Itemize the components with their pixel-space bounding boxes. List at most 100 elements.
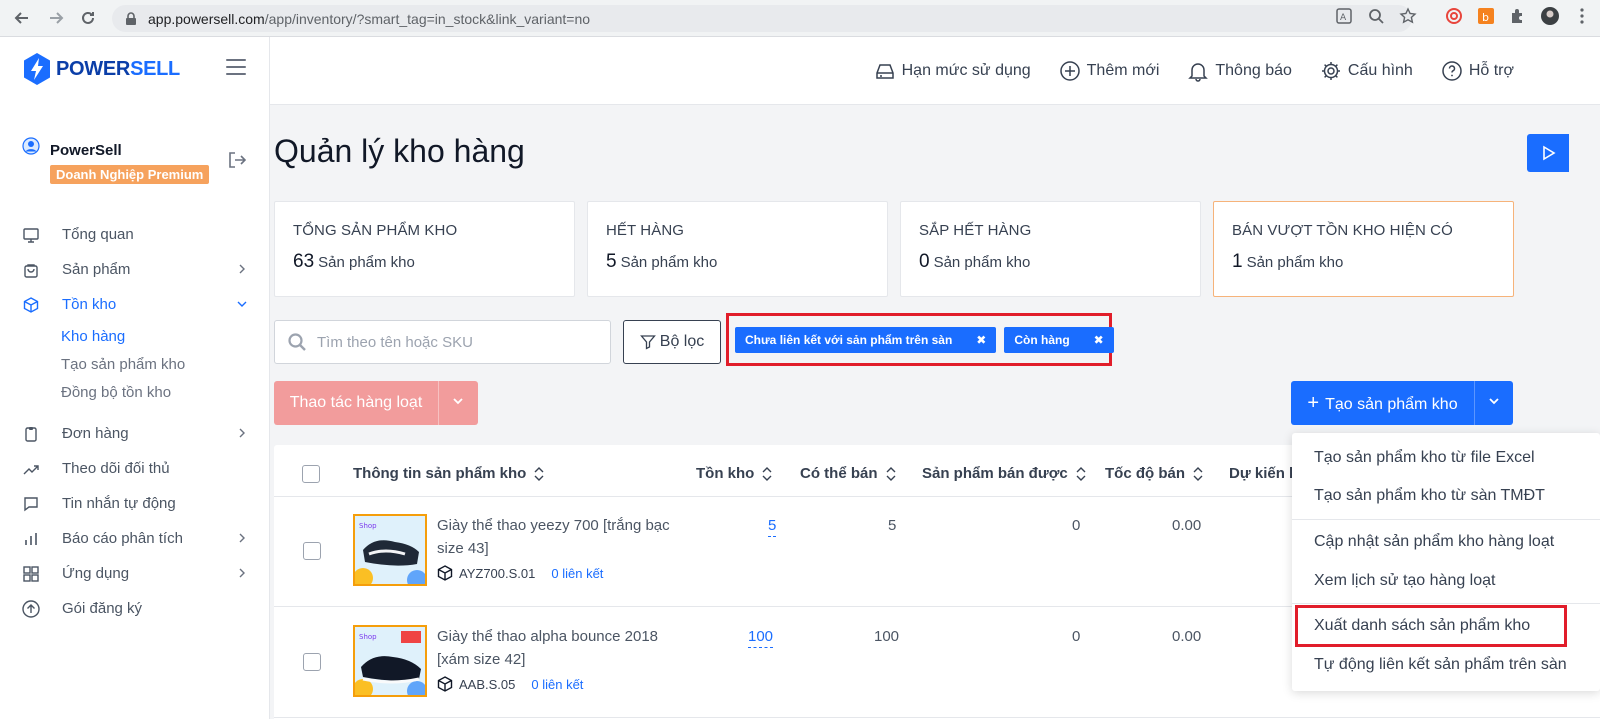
browser-toolbar: app.powersell.com/app/inventory/?smart_t… xyxy=(0,0,1600,37)
column-sell-speed[interactable]: Tốc độ bán xyxy=(1105,465,1203,482)
column-forecast[interactable]: Dự kiến h xyxy=(1229,465,1298,482)
sidebar-item-label: Đơn hàng xyxy=(62,425,129,442)
profile-avatar-icon[interactable] xyxy=(1540,6,1560,26)
available-value: 5 xyxy=(888,517,897,534)
brand-logo[interactable]: POWERSELL xyxy=(22,52,180,86)
stat-oversold[interactable]: BÁN VƯỢT TỒN KHO HIỆN CÓ 1 Sản phẩm kho xyxy=(1213,201,1514,297)
monitor-icon xyxy=(22,226,40,244)
chevron-down-icon xyxy=(237,301,247,307)
url-path: /app/inventory/?smart_tag=in_stock&link_… xyxy=(264,10,591,27)
plus-circle-icon xyxy=(1059,61,1080,81)
product-image: Shop xyxy=(353,625,427,697)
support-button[interactable]: Hỗ trợ xyxy=(1441,60,1514,82)
back-icon[interactable] xyxy=(6,2,38,34)
search-input[interactable] xyxy=(317,333,597,351)
column-sold[interactable]: Sản phẩm bán được xyxy=(922,465,1086,482)
menu-item-export-list[interactable]: Xuất danh sách sản phẩm kho xyxy=(1314,617,1530,635)
menu-item-bulk-update[interactable]: Cập nhật sản phẩm kho hàng loạt xyxy=(1314,533,1554,551)
upload-circle-icon xyxy=(22,599,40,618)
hamburger-menu-icon[interactable] xyxy=(226,59,246,75)
sidebar-item-products[interactable]: Sản phẩm xyxy=(0,252,269,287)
link-count[interactable]: 0 liên kết xyxy=(551,566,603,581)
bar-chart-icon xyxy=(22,530,40,548)
close-icon[interactable]: ✖ xyxy=(976,333,986,347)
sidebar-item-competitors[interactable]: Theo dõi đối thủ xyxy=(0,451,269,486)
zoom-icon[interactable] xyxy=(1366,6,1386,26)
more-menu-icon[interactable] xyxy=(1572,6,1592,26)
extension-red-icon[interactable] xyxy=(1444,6,1464,26)
menu-item-auto-link[interactable]: Tự động liên kết sản phẩm trên sàn xyxy=(1314,656,1567,674)
stat-low-stock[interactable]: SẮP HẾT HÀNG 0 Sản phẩm kho xyxy=(900,201,1201,297)
logout-icon[interactable] xyxy=(228,151,246,169)
product-sku: AYZ700.S.01 xyxy=(459,565,536,581)
speed-value: 0.00 xyxy=(1172,517,1202,534)
search-icon xyxy=(288,333,306,351)
lock-icon xyxy=(126,11,136,25)
translate-icon[interactable]: A xyxy=(1334,6,1354,26)
row-checkbox[interactable] xyxy=(303,542,321,560)
submenu-create-product[interactable]: Tạo sản phẩm kho xyxy=(61,350,269,378)
sidebar-item-label: Báo cáo phân tích xyxy=(62,530,183,547)
reload-icon[interactable] xyxy=(72,2,104,34)
svg-text:A: A xyxy=(1340,13,1347,23)
sort-icon xyxy=(534,466,544,481)
menu-divider xyxy=(1292,603,1600,604)
available-value: 100 xyxy=(874,628,900,645)
sidebar-item-subscription[interactable]: Gói đăng ký xyxy=(0,591,269,626)
hard-drive-icon xyxy=(875,64,894,79)
product-name[interactable]: Giày thể thao alpha bounce 2018 [xám siz… xyxy=(437,625,687,671)
grid-icon xyxy=(22,565,40,583)
column-product-info[interactable]: Thông tin sản phẩm kho xyxy=(353,465,544,482)
extension-orange-icon[interactable]: b xyxy=(1476,6,1496,26)
sidebar: POWERSELL PowerSell Doanh Nghiệp Premium… xyxy=(0,37,270,719)
gear-icon xyxy=(1321,62,1340,80)
stat-out-of-stock[interactable]: HẾT HÀNG 5 Sản phẩm kho xyxy=(587,201,888,297)
sidebar-item-label: Theo dõi đối thủ xyxy=(62,460,170,477)
chevron-right-icon xyxy=(239,428,245,438)
add-new-button[interactable]: Thêm mới xyxy=(1059,60,1159,82)
filter-button[interactable]: Bộ lọc xyxy=(623,320,721,364)
row-checkbox[interactable] xyxy=(303,653,321,671)
column-stock[interactable]: Tồn kho xyxy=(696,465,772,482)
brand-name: POWERSELL xyxy=(56,57,180,80)
close-icon[interactable]: ✖ xyxy=(1094,333,1104,347)
lightning-logo-icon xyxy=(24,53,50,85)
sidebar-item-reports[interactable]: Báo cáo phân tích xyxy=(0,521,269,556)
sidebar-item-overview[interactable]: Tổng quan xyxy=(0,217,269,252)
settings-button[interactable]: Cấu hình xyxy=(1320,60,1413,82)
sidebar-item-auto-messages[interactable]: Tin nhắn tự động xyxy=(0,486,269,521)
sidebar-item-inventory[interactable]: Tồn kho xyxy=(0,287,269,322)
submenu-warehouse[interactable]: Kho hàng xyxy=(61,322,269,350)
forward-icon[interactable] xyxy=(40,2,72,34)
puzzle-icon[interactable] xyxy=(1508,6,1528,26)
stock-value[interactable]: 100 xyxy=(748,628,774,648)
tutorial-play-button[interactable] xyxy=(1527,134,1569,172)
help-circle-icon xyxy=(1442,61,1462,81)
sidebar-item-apps[interactable]: Ứng dụng xyxy=(0,556,269,591)
notifications-button[interactable]: Thông báo xyxy=(1187,60,1292,82)
bulk-action-button[interactable]: Thao tác hàng loạt xyxy=(274,381,478,425)
select-all-checkbox[interactable] xyxy=(302,465,320,483)
chevron-right-icon xyxy=(239,533,245,543)
address-bar[interactable]: app.powersell.com/app/inventory/?smart_t… xyxy=(112,5,1412,32)
create-product-dropdown: Tạo sản phẩm kho từ file Excel Tạo sản p… xyxy=(1292,433,1600,691)
bag-icon xyxy=(22,261,40,279)
menu-item-create-from-excel[interactable]: Tạo sản phẩm kho từ file Excel xyxy=(1314,449,1535,467)
stats-row: TỔNG SẢN PHẨM KHO 63 Sản phẩm kho HẾT HÀN… xyxy=(274,201,1514,297)
column-available[interactable]: Có thể bán xyxy=(800,465,896,482)
sidebar-item-orders[interactable]: Đơn hàng xyxy=(0,416,269,451)
filter-tag-in-stock: Còn hàng ✖ xyxy=(1004,326,1114,353)
menu-item-create-from-marketplace[interactable]: Tạo sản phẩm kho từ sàn TMĐT xyxy=(1314,487,1545,505)
stat-total[interactable]: TỔNG SẢN PHẨM KHO 63 Sản phẩm kho xyxy=(274,201,575,297)
submenu-sync-stock[interactable]: Đồng bộ tồn kho xyxy=(61,378,269,406)
sort-icon xyxy=(886,466,895,481)
usage-limit-button[interactable]: Hạn mức sử dụng xyxy=(874,60,1031,82)
link-count[interactable]: 0 liên kết xyxy=(531,677,583,692)
stock-value[interactable]: 5 xyxy=(768,517,777,537)
chevron-down-icon[interactable] xyxy=(1475,394,1513,412)
menu-item-bulk-history[interactable]: Xem lịch sử tạo hàng loạt xyxy=(1314,572,1495,590)
star-icon[interactable] xyxy=(1398,6,1418,26)
chevron-down-icon[interactable] xyxy=(439,394,477,412)
product-name[interactable]: Giày thể thao yeezy 700 [trắng bạc size … xyxy=(437,514,687,560)
create-product-button[interactable]: + Tạo sản phẩm kho xyxy=(1291,381,1513,425)
